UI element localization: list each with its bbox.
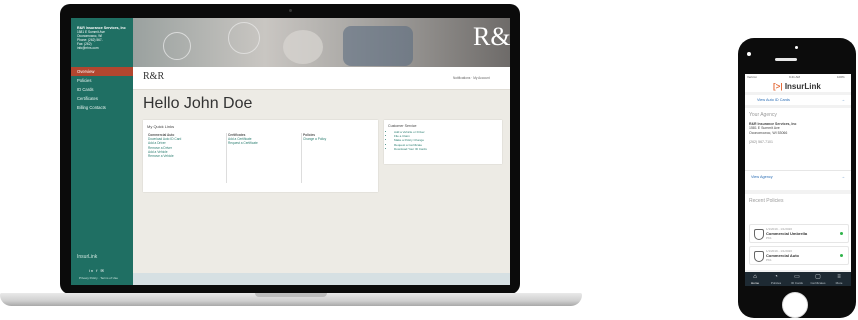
shield-icon [754,229,764,240]
banner-graphic [163,32,191,60]
recent-policies-section: Recent Policies 1/1/2019 - 1/1/2020 Comm… [745,194,851,270]
sidebar-item-billing-contacts[interactable]: Billing Contacts [71,103,133,112]
tab-certificates[interactable]: ▢ Certificates [810,274,826,285]
card-title: Customer Service [388,124,417,128]
laptop-camera [289,9,292,12]
divider [745,170,851,171]
column-divider [301,133,302,183]
app-name: InsurLink [784,82,821,91]
view-agency-link[interactable]: View Agency [751,175,773,179]
agency-address: Oconomowoc, WI 53066 [749,130,788,135]
sidebar-item-certificates[interactable]: Certificates [71,94,133,103]
clock: 9:41 AM [789,75,801,79]
agency-card: Your Agency R&R Insurance Services, Inc … [745,108,851,190]
battery: 100% [837,75,845,79]
sidebar-item-id-cards[interactable]: ID Cards [71,85,133,94]
phone-camera [795,46,798,49]
sidebar-nav: Overview Policies ID Cards Certificates … [71,67,133,112]
sidebar: R&R Insurance Services, Inc 1581 E Summi… [71,18,133,285]
policies-icon: ◔ [774,274,778,280]
page-title: Hello John Doe [143,95,253,112]
app-header: [>| InsurLink [745,80,851,92]
policy-name: Commercial Umbrella [766,231,808,236]
quick-links-column: Commercial Auto Download Auto ID Card Ad… [148,133,181,158]
tab-more[interactable]: ≡ More [831,274,847,285]
card-title: My Quick Links [147,124,175,129]
sidebar-item-overview[interactable]: Overview [71,67,133,76]
tab-label: Certificates [810,281,826,285]
tab-label: Policies [770,281,782,285]
banner-graphic [283,30,323,64]
agency-phone[interactable]: (262) 567-7101 [749,140,773,144]
laptop-notch [255,293,327,297]
laptop-screen: R&R Insurance Services, Inc 1581 E Summi… [71,18,510,285]
company-logo[interactable]: R&R [143,71,164,82]
section-heading: Your Agency [749,112,777,118]
header-banner: R&R [133,18,510,67]
tab-home[interactable]: ⌂ Home [747,274,763,285]
agency-line: info@rrins.com [77,46,99,50]
tab-policies[interactable]: ◔ Policies [768,274,784,285]
top-bar: R&R Notifications · My Account [133,67,510,90]
quick-link[interactable]: Request a Certificate [228,141,258,145]
banner-logo: R&R [473,22,510,51]
tab-id-cards[interactable]: ▭ ID Cards [789,274,805,285]
customer-service-card: Customer Service Add a Vehicle or Driver… [384,120,502,164]
footer-links[interactable]: Privacy Policy · Terms of Use [79,276,118,280]
app-title: [>| InsurLink [773,82,821,91]
phone-speaker [775,58,797,61]
section-heading: Recent Policies [749,198,784,204]
phone-sensor [747,52,751,56]
social-icons[interactable]: in f ✉ [89,268,105,273]
help-list: Add a Vehicle or Driver File a Claim Mak… [388,130,427,151]
agency-info: R&R Insurance Services, Inc 1581 E Summi… [77,26,129,50]
phone-screen: Verizon 9:41 AM 100% [>| InsurLink View … [745,74,851,286]
tab-label: Home [750,281,759,285]
quick-link[interactable]: Remove a Vehicle [148,154,181,158]
view-id-cards-link[interactable]: View Auto ID Cards [757,98,790,102]
policy-item[interactable]: 1/1/2019 - 1/1/2020 Commercial Auto PK1 [749,246,849,265]
policy-number: PK1 [766,258,772,262]
help-link[interactable]: Make a Policy Change [394,138,427,142]
policy-item[interactable]: 1/1/2019 - 1/1/2020 Commercial Umbrella … [749,224,849,243]
page-footer [133,273,510,285]
arrow-right-icon: → [841,174,845,179]
insurlink-logo-icon: [>| [773,82,783,91]
account-links[interactable]: Notifications · My Account [453,76,490,80]
id-card-icon: ▭ [794,274,800,280]
banner-graphic [228,22,260,54]
home-icon: ⌂ [753,274,757,280]
status-dot [840,232,843,235]
tab-bar: ⌂ Home ◔ Policies ▭ ID Cards ▢ Certifica… [745,272,851,286]
arrow-right-icon: → [841,97,845,102]
sidebar-item-policies[interactable]: Policies [71,76,133,85]
view-id-cards-row[interactable]: View Auto ID Cards → [745,95,851,105]
quick-links-column: Policies Change a Policy [303,133,326,141]
quick-links-column: Certificates Add a Certificate Request a… [228,133,258,146]
insurlink-logo: InsurLink [77,254,98,260]
certificate-icon: ▢ [815,274,821,280]
tab-label: ID Cards [791,281,803,285]
help-link[interactable]: Download Your ID Cards [394,147,427,151]
quick-link[interactable]: Change a Policy [303,137,326,141]
tab-label: More [835,281,843,285]
menu-icon: ≡ [837,274,841,280]
policy-number: PK1 [766,236,772,240]
banner-graphic [343,26,413,66]
status-dot [840,254,843,257]
carrier: Verizon [747,75,758,79]
shield-icon [754,251,764,262]
column-divider [226,133,227,183]
agency-details: R&R Insurance Services, Inc 1581 E Summi… [749,122,796,135]
quick-links-card: My Quick Links Commercial Auto Download … [143,120,378,192]
home-button[interactable] [782,292,808,318]
